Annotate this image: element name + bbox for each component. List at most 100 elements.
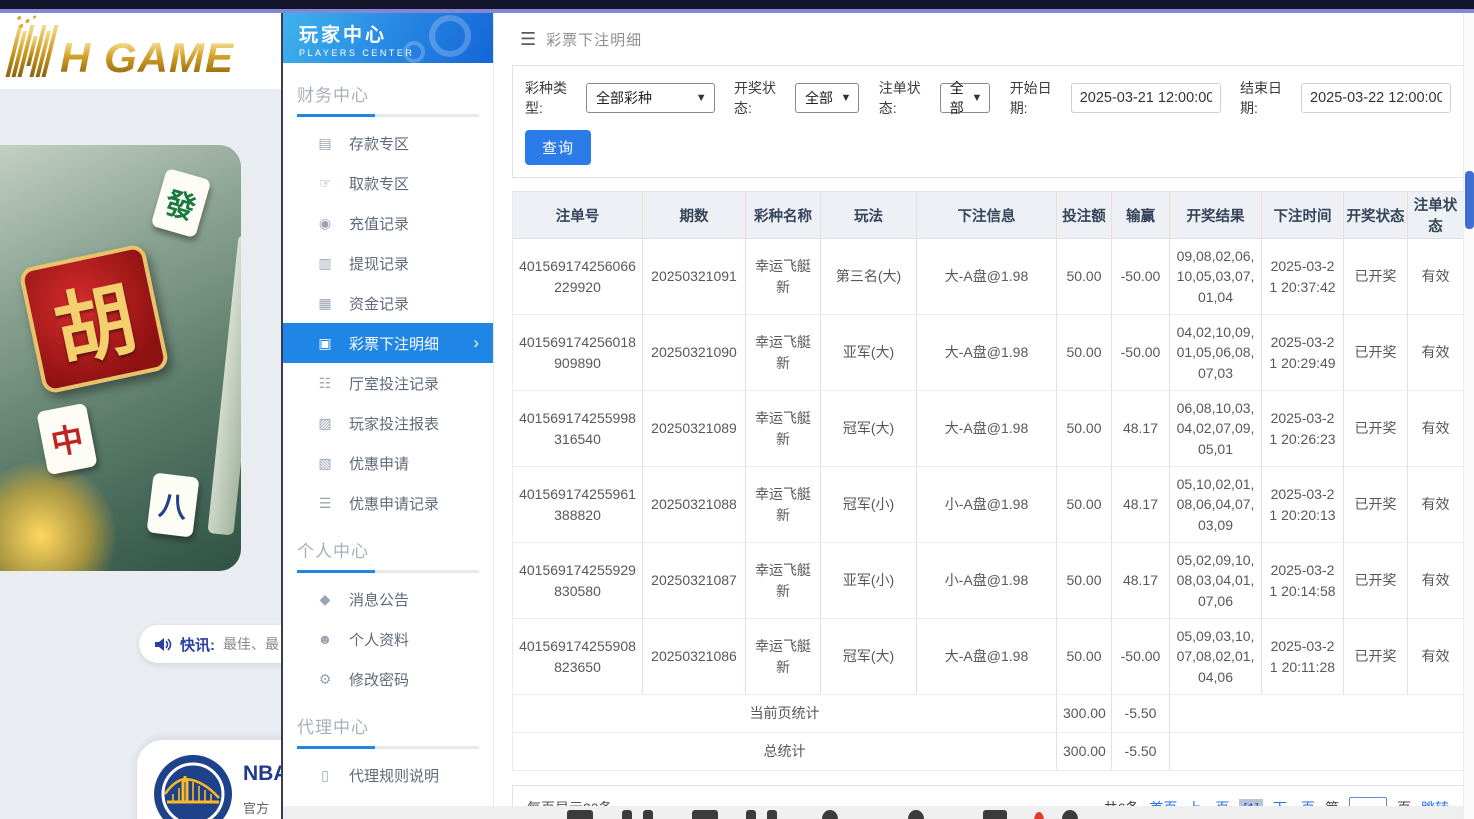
table-cell: 401569174255908823650 bbox=[513, 619, 643, 695]
summary-row: 总统计300.00-5.50 bbox=[513, 733, 1464, 771]
summary-bet-total: 300.00 bbox=[1057, 695, 1112, 733]
table-row: 40156917425599831654020250321089幸运飞艇新冠军(… bbox=[513, 391, 1464, 467]
table-cell: 已开奖 bbox=[1344, 467, 1408, 543]
sidebar: 玩家中心 PLAYERS CENTER 财务中心▤存款专区☞取款专区◉充值记录▥… bbox=[283, 13, 494, 806]
page-title: 彩票下注明细 bbox=[546, 29, 642, 50]
promo-record-icon: ☰ bbox=[317, 495, 333, 512]
sidebar-item-bell[interactable]: ◆消息公告 bbox=[283, 579, 493, 619]
sidebar-item-label: 玩家投注报表 bbox=[349, 413, 439, 434]
players-center-modal: 玩家中心 PLAYERS CENTER 财务中心▤存款专区☞取款专区◉充值记录▥… bbox=[281, 13, 1474, 819]
table-row: 40156917425590882365020250321086幸运飞艇新冠军(… bbox=[513, 619, 1464, 695]
sidebar-item-person[interactable]: ☻ 个人资料 bbox=[283, 619, 493, 659]
sidebar-item-doc[interactable]: ▯代理规则说明 bbox=[283, 755, 493, 795]
section-title: 财务中心 bbox=[297, 81, 493, 106]
start-date-input[interactable] bbox=[1071, 83, 1221, 113]
sidebar-item-promo-apply[interactable]: ▧优惠申请 bbox=[283, 443, 493, 483]
mahjong-tile: 八 bbox=[147, 472, 200, 537]
sidebar-header: 玩家中心 PLAYERS CENTER bbox=[283, 13, 493, 63]
table-cell: 05,10,02,01,08,06,04,07,03,09 bbox=[1170, 467, 1262, 543]
table-cell: 已开奖 bbox=[1344, 391, 1408, 467]
table-row: 40156917425601890989020250321090幸运飞艇新亚军(… bbox=[513, 315, 1464, 391]
sidebar-item-label: 优惠申请 bbox=[349, 453, 409, 474]
filter-panel: 彩种类型: 全部彩种▼ 开奖状态: 全部▼ 注单状态: 全部▼ 开始日 bbox=[512, 65, 1464, 178]
gold-glow-decoration bbox=[0, 461, 116, 571]
sidebar-item-recharge-record[interactable]: ◉充值记录 bbox=[283, 203, 493, 243]
news-ticker[interactable]: 快讯: 最佳、最 bbox=[139, 625, 281, 663]
sidebar-item-hall-bet-record[interactable]: ☷厅室投注记录 bbox=[283, 363, 493, 403]
promo-banner[interactable]: 發 中 八 胡 bbox=[0, 145, 241, 571]
query-button[interactable]: 查询 bbox=[525, 130, 591, 165]
table-cell: 2025-03-21 20:20:13 bbox=[1262, 467, 1344, 543]
ticker-label: 快讯: bbox=[180, 634, 215, 655]
draw-status-select[interactable]: 全部▼ bbox=[795, 83, 859, 113]
table-cell: 2025-03-21 20:29:49 bbox=[1262, 315, 1344, 391]
table-cell: 48.17 bbox=[1112, 543, 1170, 619]
scrollbar-track[interactable] bbox=[1463, 13, 1474, 819]
partial-icon bbox=[643, 810, 653, 819]
content-header: ☰ 彩票下注明细 bbox=[512, 13, 1464, 52]
table-row: 40156917425606622992020250321091幸运飞艇新第三名… bbox=[513, 239, 1464, 315]
hamburger-icon[interactable]: ☰ bbox=[520, 29, 536, 50]
section-underline bbox=[297, 114, 479, 117]
table-row: 40156917425592983058020250321087幸运飞艇新亚军(… bbox=[513, 543, 1464, 619]
table-cell: 有效 bbox=[1408, 467, 1464, 543]
table-cell: 50.00 bbox=[1057, 467, 1112, 543]
end-date-input[interactable] bbox=[1301, 83, 1451, 113]
end-date-label: 结束日期: bbox=[1240, 78, 1295, 118]
table-cell: 大-A盘@1.98 bbox=[917, 239, 1057, 315]
main-content: ☰ 彩票下注明细 彩种类型: 全部彩种▼ 开奖状态: 全部▼ 注单状态: bbox=[494, 13, 1474, 806]
table-cell: 已开奖 bbox=[1344, 315, 1408, 391]
withdraw-hand-icon: ☞ bbox=[317, 175, 333, 192]
column-header: 输赢 bbox=[1112, 192, 1170, 239]
table-cell: 50.00 bbox=[1057, 543, 1112, 619]
nba-card-title: NBA bbox=[243, 762, 281, 786]
table-cell: 20250321088 bbox=[643, 467, 746, 543]
sidebar-item-lottery-bet-detail[interactable]: ▣彩票下注明细› bbox=[283, 323, 493, 363]
sidebar-item-team-stats[interactable]: ▩代理团队统计 bbox=[283, 795, 493, 806]
sidebar-item-player-bet-report[interactable]: ▨ 玩家投注报表 bbox=[283, 403, 493, 443]
bet-status-select[interactable]: 全部▼ bbox=[940, 83, 991, 113]
nba-card[interactable]: NBA 官方 bbox=[137, 740, 281, 819]
summary-label: 总统计 bbox=[513, 733, 1057, 771]
lottery-type-select[interactable]: 全部彩种▼ bbox=[586, 83, 715, 113]
table-cell: 401569174256018909890 bbox=[513, 315, 643, 391]
player-bet-report-icon: ▨ bbox=[317, 415, 333, 432]
table-cell: 有效 bbox=[1408, 391, 1464, 467]
sidebar-item-funds-record[interactable]: ▦资金记录 bbox=[283, 283, 493, 323]
table-cell: -50.00 bbox=[1112, 315, 1170, 391]
sidebar-item-gear[interactable]: ⚙修改密码 bbox=[283, 659, 493, 699]
withdrawal-record-icon: ▥ bbox=[317, 255, 333, 272]
scrollbar-thumb[interactable] bbox=[1465, 171, 1474, 229]
recharge-record-icon: ◉ bbox=[317, 215, 333, 232]
table-cell: 冠军(大) bbox=[821, 391, 917, 467]
doc-icon: ▯ bbox=[317, 767, 333, 784]
bets-table: 注单号期数彩种名称玩法下注信息投注额输赢开奖结果下注时间开奖状态注单状态 401… bbox=[512, 191, 1464, 771]
table-cell: -50.00 bbox=[1112, 619, 1170, 695]
table-cell: 50.00 bbox=[1057, 315, 1112, 391]
sidebar-item-withdraw-hand[interactable]: ☞取款专区 bbox=[283, 163, 493, 203]
sidebar-item-withdrawal-record[interactable]: ▥提现记录 bbox=[283, 243, 493, 283]
sidebar-item-label: 优惠申请记录 bbox=[349, 493, 439, 514]
summary-win-total: -5.50 bbox=[1112, 695, 1170, 733]
lottery-bet-detail-icon: ▣ bbox=[317, 335, 333, 352]
sidebar-item-label: 个人资料 bbox=[349, 629, 409, 650]
table-cell: 20250321086 bbox=[643, 619, 746, 695]
hall-bet-record-icon: ☷ bbox=[317, 375, 333, 392]
chevron-down-icon: ▼ bbox=[841, 92, 852, 104]
brand-logo[interactable]: H GAME bbox=[12, 25, 234, 77]
table-cell: 2025-03-21 20:11:28 bbox=[1262, 619, 1344, 695]
bet-status-label: 注单状态: bbox=[879, 78, 934, 118]
table-cell: 小-A盘@1.98 bbox=[917, 543, 1057, 619]
logo-bars-icon bbox=[6, 25, 59, 77]
sidebar-item-promo-record[interactable]: ☰ 优惠申请记录 bbox=[283, 483, 493, 523]
nba-card-subtitle: 官方 bbox=[243, 798, 269, 817]
person-icon: ☻ bbox=[317, 631, 333, 647]
sidebar-item-label: 资金记录 bbox=[349, 293, 409, 314]
sidebar-item-deposit-card[interactable]: ▤存款专区 bbox=[283, 123, 493, 163]
section-underline bbox=[297, 746, 479, 749]
logo-text: H GAME bbox=[60, 39, 234, 77]
summary-empty bbox=[1170, 695, 1464, 733]
column-header: 期数 bbox=[643, 192, 746, 239]
table-cell: 已开奖 bbox=[1344, 619, 1408, 695]
table-cell: 401569174255929830580 bbox=[513, 543, 643, 619]
